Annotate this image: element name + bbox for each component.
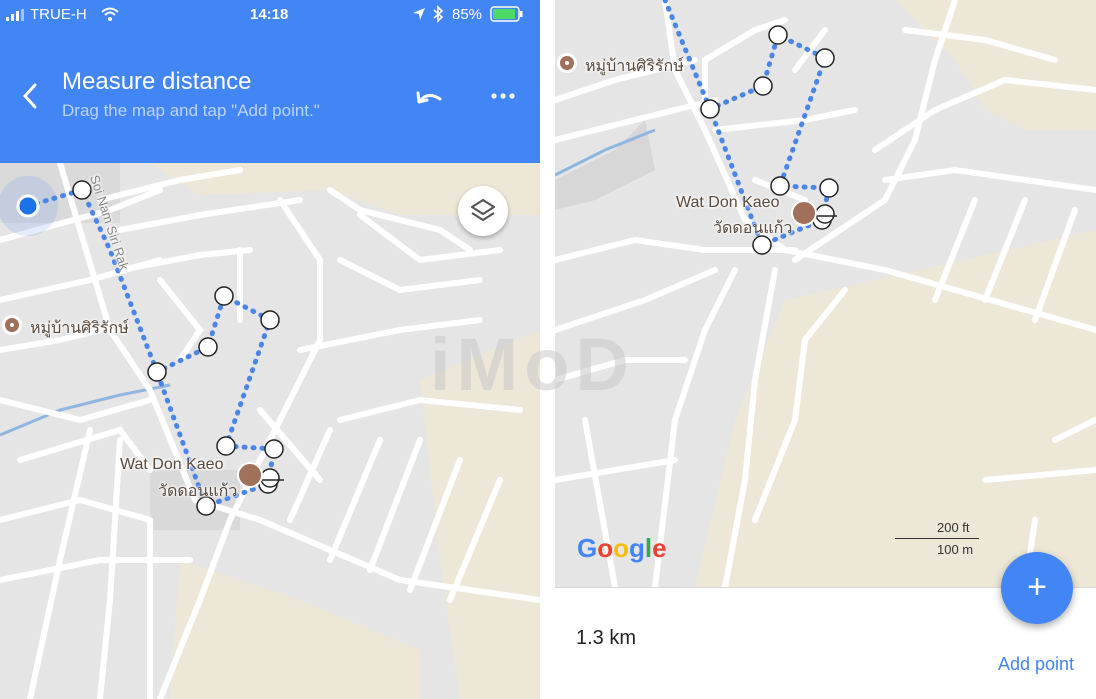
layers-button[interactable] <box>458 186 508 236</box>
add-point-button[interactable]: Add point <box>998 654 1074 675</box>
bluetooth-icon <box>433 5 444 23</box>
temple-icon <box>791 200 817 226</box>
undo-icon <box>416 91 442 104</box>
app-header: TRUE-H 14:18 85% Measure distance Drag t… <box>0 0 540 163</box>
carrier-label: TRUE-H <box>30 6 87 23</box>
map-canvas-right[interactable] <box>555 0 1096 587</box>
back-arrow-icon <box>22 83 37 109</box>
page-subtitle: Drag the map and tap "Add point." <box>62 101 320 120</box>
page-title: Measure distance <box>62 68 252 95</box>
layers-icon <box>470 198 496 222</box>
back-button[interactable] <box>10 76 50 116</box>
temple-label-en[interactable]: Wat Don Kaeo <box>676 194 779 212</box>
google-letter: G <box>577 533 598 563</box>
status-bar: TRUE-H 14:18 85% <box>0 0 540 28</box>
location-arrow-icon <box>413 8 425 20</box>
scale-bar: 200 ft 100 m <box>893 518 983 564</box>
clock: 14:18 <box>250 6 289 23</box>
google-letter: o <box>597 533 614 563</box>
undo-button[interactable] <box>410 76 450 116</box>
poi-icon <box>557 53 577 73</box>
village-label[interactable]: หมู่บ้านศิริรักษ์ <box>30 316 129 341</box>
scale-m-label: 100 m <box>937 542 974 557</box>
battery-icon <box>490 6 523 22</box>
google-letter: o <box>613 533 630 563</box>
google-letter: e <box>652 533 667 563</box>
plus-icon: + <box>1027 568 1047 606</box>
scale-ft-label: 200 ft <box>937 520 970 535</box>
temple-label-th[interactable]: วัดดอนแก้ว <box>158 479 237 504</box>
google-logo: Google <box>577 533 667 564</box>
temple-icon <box>237 462 263 488</box>
village-label[interactable]: หมู่บ้านศิริรักษ์ <box>585 54 684 79</box>
google-letter: l <box>644 533 653 563</box>
distance-readout: 1.3 km <box>576 627 637 649</box>
battery-percent: 85% <box>452 6 483 23</box>
more-button[interactable] <box>483 76 523 116</box>
wifi-icon <box>101 7 119 21</box>
watermark: iMoD <box>430 323 635 406</box>
google-letter: g <box>629 533 645 563</box>
scale-line <box>895 538 979 539</box>
location-dot-icon <box>16 194 40 218</box>
signal-icon <box>6 9 24 21</box>
more-icon <box>491 93 515 99</box>
add-point-fab[interactable]: + <box>1001 552 1073 624</box>
poi-icon <box>2 315 22 335</box>
temple-label-en[interactable]: Wat Don Kaeo <box>120 456 223 474</box>
temple-label-th[interactable]: วัดดอนแก้ว <box>713 216 792 241</box>
right-screen: หมู่บ้านศิริรักษ์ Wat Don Kaeo วัดดอนแก้… <box>555 0 1096 699</box>
